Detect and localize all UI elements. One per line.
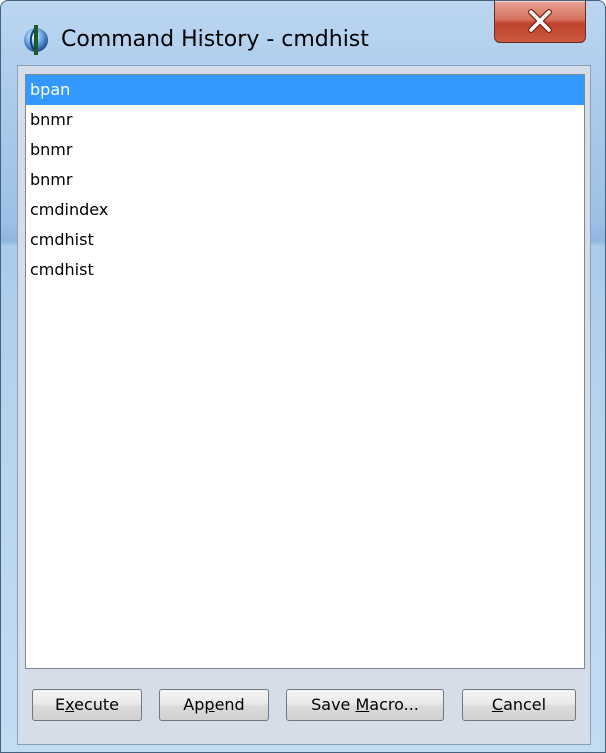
save-macro-mnemonic: M [355,695,370,714]
cancel-button[interactable]: Cancel [462,689,576,721]
history-item[interactable]: cmdhist [26,225,584,255]
button-bar: Execute Append Save Macro... Cancel [18,678,590,738]
append-mnemonic: p [204,695,215,714]
execute-label-pre: E [55,695,66,714]
history-item[interactable]: bnmr [26,135,584,165]
append-label-pre: Ap [183,695,205,714]
history-item[interactable]: cmdindex [26,195,584,225]
save-macro-label-pre: Save [311,695,356,714]
title-bar[interactable]: Command History - cmdhist [1,1,605,65]
close-button[interactable] [494,1,586,43]
history-item[interactable]: cmdhist [26,255,584,285]
save-macro-button[interactable]: Save Macro... [286,689,444,721]
save-macro-label-post: acro... [369,695,419,714]
history-item[interactable]: bnmr [26,105,584,135]
history-item[interactable]: bnmr [26,165,584,195]
app-globe-icon[interactable] [21,25,51,55]
command-history-window: Command History - cmdhist bpan bnmr bnmr… [0,0,606,753]
cancel-mnemonic: C [491,695,504,714]
dialog-content: bpan bnmr bnmr bnmr cmdindex cmdhist cmd… [17,65,591,745]
cancel-label-post: ancel [503,695,547,714]
execute-button[interactable]: Execute [32,689,142,721]
command-history-list[interactable]: bpan bnmr bnmr bnmr cmdindex cmdhist cmd… [25,74,585,669]
append-label-post: end [214,695,245,714]
execute-label-post: ecute [74,695,119,714]
window-title: Command History - cmdhist [61,27,369,52]
execute-mnemonic: x [65,695,75,714]
history-item[interactable]: bpan [26,75,584,105]
append-button[interactable]: Append [159,689,269,721]
